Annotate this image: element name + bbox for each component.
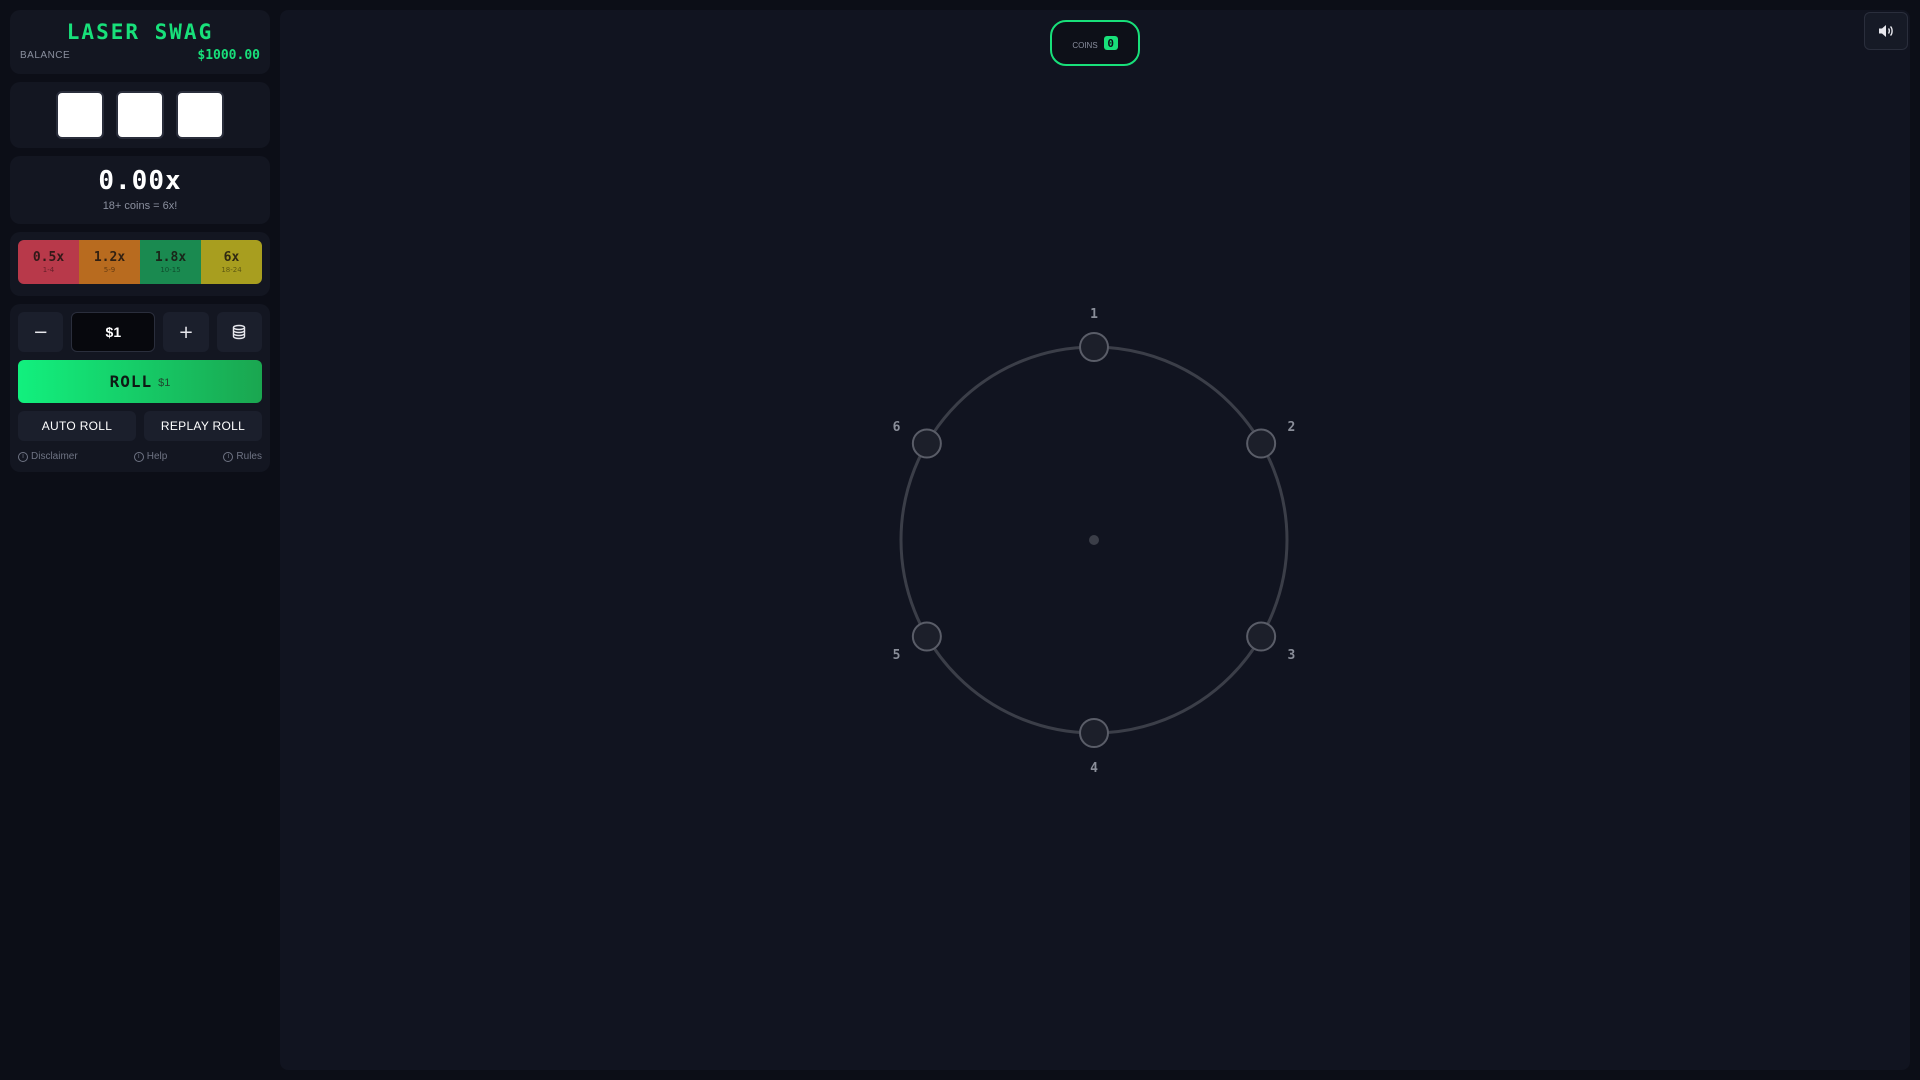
result-slots bbox=[10, 82, 270, 148]
increase-bet-button[interactable]: + bbox=[163, 312, 209, 352]
wheel-node-4 bbox=[1079, 718, 1109, 748]
balance-row: BALANCE $1000.00 bbox=[20, 48, 260, 63]
help-link-label: Help bbox=[146, 451, 168, 462]
wheel-node-label-5: 5 bbox=[893, 648, 901, 663]
bet-controls-panel: − + ROLL $1 AUTO ROLL REPLAY ROLL i bbox=[10, 304, 270, 472]
payout-tiers: 0.5x 1-4 1.2x 5-9 1.8x 10-15 6x 18-24 bbox=[18, 240, 262, 284]
tier-multiplier: 0.5x bbox=[32, 250, 65, 265]
bet-amount-input[interactable] bbox=[71, 312, 156, 352]
game-stage: COINS 0 123456 bbox=[280, 10, 1910, 1070]
tier-range: 5-9 bbox=[103, 266, 116, 274]
wheel-node-label-2: 2 bbox=[1288, 420, 1296, 435]
wheel-node-label-3: 3 bbox=[1288, 648, 1296, 663]
max-bet-button[interactable] bbox=[216, 312, 262, 352]
wheel-node-label-6: 6 bbox=[893, 420, 901, 435]
balance-label: BALANCE bbox=[20, 50, 71, 61]
balance-value: $1000.00 bbox=[197, 48, 260, 63]
wheel-node-1 bbox=[1079, 332, 1109, 362]
info-links: i Disclaimer i Help i Rules bbox=[18, 451, 262, 464]
sidebar: LASER SWAG BALANCE $1000.00 0.00x 18+ co… bbox=[10, 10, 270, 480]
help-link[interactable]: i Help bbox=[133, 451, 168, 462]
disclaimer-link-label: Disclaimer bbox=[31, 451, 78, 462]
secondary-actions: AUTO ROLL REPLAY ROLL bbox=[18, 411, 262, 441]
tier-range: 1-4 bbox=[42, 266, 55, 274]
result-slot-1 bbox=[56, 91, 104, 139]
wheel-node-2 bbox=[1246, 428, 1277, 459]
brand-panel: LASER SWAG BALANCE $1000.00 bbox=[10, 10, 270, 74]
wheel-node-label-4: 4 bbox=[1090, 761, 1098, 776]
payout-tier-2: 1.2x 5-9 bbox=[79, 240, 140, 284]
payout-tiers-panel: 0.5x 1-4 1.2x 5-9 1.8x 10-15 6x 18-24 bbox=[10, 232, 270, 296]
current-multiplier: 0.00x bbox=[98, 166, 182, 196]
laser-wheel: 1 2 3 4 5 6 bbox=[893, 307, 1296, 776]
multiplier-panel: 0.00x 18+ coins = 6x! bbox=[10, 156, 270, 224]
rules-link-label: Rules bbox=[236, 451, 262, 462]
wheel-node-label-1: 1 bbox=[1090, 307, 1098, 322]
disclaimer-link[interactable]: i Disclaimer bbox=[18, 451, 78, 462]
bet-row: − + bbox=[18, 312, 262, 352]
roll-button[interactable]: ROLL $1 bbox=[18, 360, 262, 403]
tier-multiplier: 1.8x bbox=[154, 250, 187, 265]
auto-roll-button[interactable]: AUTO ROLL bbox=[18, 411, 136, 441]
result-slot-3 bbox=[176, 91, 224, 139]
roll-label: ROLL bbox=[109, 372, 153, 391]
tier-range: 10-15 bbox=[160, 266, 181, 274]
wheel-node-3 bbox=[1246, 621, 1277, 652]
info-icon: i bbox=[133, 451, 144, 462]
tier-multiplier: 6x bbox=[223, 250, 240, 265]
result-slot-2 bbox=[116, 91, 164, 139]
roll-amount: $1 bbox=[158, 377, 171, 389]
wheel-node-5 bbox=[911, 621, 942, 652]
replay-roll-button[interactable]: REPLAY ROLL bbox=[144, 411, 262, 441]
tier-multiplier: 1.2x bbox=[93, 250, 126, 265]
info-icon: i bbox=[18, 451, 28, 462]
coin-stack-icon bbox=[233, 324, 246, 340]
payout-tier-1: 0.5x 1-4 bbox=[18, 240, 79, 284]
game-title: LASER SWAG bbox=[66, 20, 214, 44]
wheel-center-dot bbox=[1089, 535, 1099, 545]
multiplier-hint: 18+ coins = 6x! bbox=[102, 200, 178, 212]
info-icon: i bbox=[223, 451, 234, 462]
payout-tier-4: 6x 18-24 bbox=[201, 240, 262, 284]
tier-range: 18-24 bbox=[221, 266, 242, 274]
rules-link[interactable]: i Rules bbox=[223, 451, 262, 462]
decrease-bet-button[interactable]: − bbox=[18, 312, 64, 352]
wheel-node-6 bbox=[911, 428, 942, 459]
payout-tier-3: 1.8x 10-15 bbox=[140, 240, 201, 284]
